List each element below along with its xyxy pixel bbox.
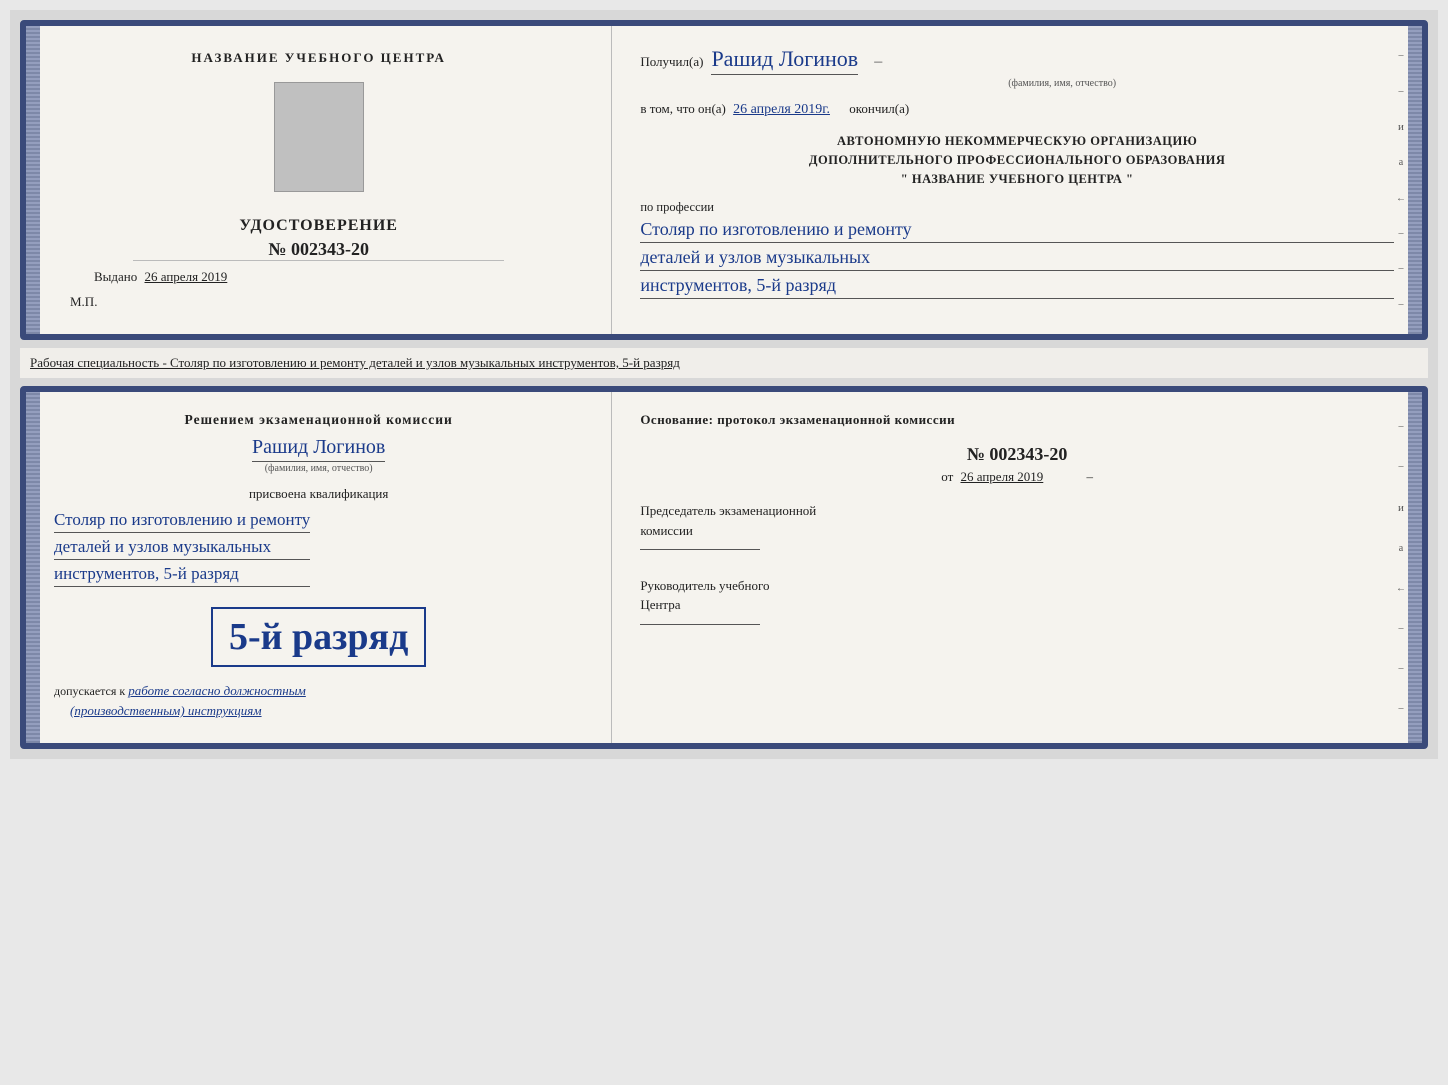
card2-left-panel: Решением экзаменационной комиссии Рашид … xyxy=(26,392,612,743)
profession-line3: инструментов, 5-й разряд xyxy=(640,275,1394,299)
org-block: АВТОНОМНУЮ НЕКОММЕРЧЕСКУЮ ОРГАНИЗАЦИЮ ДО… xyxy=(640,132,1394,188)
org-line1: АВТОНОМНУЮ НЕКОММЕРЧЕСКУЮ ОРГАНИЗАЦИЮ xyxy=(640,132,1394,151)
right-texture-bottom xyxy=(1408,392,1422,743)
separator-text: Рабочая специальность - Столяр по изгото… xyxy=(20,348,1428,378)
edge-mark-6: – xyxy=(1398,228,1403,239)
edge2-mark-8: – xyxy=(1398,703,1403,714)
specialty-text-main: Рабочая специальность - Столяр по изгото… xyxy=(30,355,680,370)
допускается-text2: (производственным) инструкциям xyxy=(70,703,262,719)
issued-line: Выдано 26 апреля 2019 xyxy=(94,269,227,285)
big-rank-box: 5-й разряд xyxy=(211,601,426,673)
org-line3: " НАЗВАНИЕ УЧЕБНОГО ЦЕНТРА " xyxy=(640,170,1394,189)
edge2-mark-7: – xyxy=(1398,663,1403,674)
edge2-mark-4: а xyxy=(1399,543,1403,554)
profession-line2: деталей и узлов музыкальных xyxy=(640,247,1394,271)
edge2-mark-3: и xyxy=(1398,502,1404,514)
card2-prof-line1: Столяр по изготовлению и ремонту xyxy=(54,510,310,533)
edge-mark-4: а xyxy=(1399,157,1403,168)
qualification-label: присвоена квалификация xyxy=(249,486,388,502)
card2-name-block: Рашид Логинов (фамилия, имя, отчество) xyxy=(252,436,385,474)
specialty-text-content: Рабочая специальность - Столяр по изгото… xyxy=(30,355,680,370)
date-value: 26 апреля 2019г. xyxy=(733,102,830,117)
edge2-mark-1: – xyxy=(1398,421,1403,432)
commission-text: Решением экзаменационной комиссии xyxy=(185,412,453,428)
руководитель-block: Руководитель учебного Центра xyxy=(640,576,1394,635)
received-label: Получил(а) xyxy=(640,54,703,70)
chairman-signature-line xyxy=(640,549,760,550)
from-prefix: от xyxy=(941,469,953,484)
edge2-mark-2: – xyxy=(1398,461,1403,472)
допускается-prefix: допускается к xyxy=(54,684,125,698)
chairman-label: Председатель экзаменационной xyxy=(640,501,1394,521)
divider1 xyxy=(133,260,504,261)
completed-label: окончил(а) xyxy=(849,101,909,116)
edge2-mark-5: ← xyxy=(1396,583,1406,594)
name-subtitle: (фамилия, имя, отчество) xyxy=(730,78,1394,89)
recipient-name: Рашид Логинов xyxy=(711,46,858,75)
edge-mark-2: – xyxy=(1398,86,1403,97)
org-line2: ДОПОЛНИТЕЛЬНОГО ПРОФЕССИОНАЛЬНОГО ОБРАЗО… xyxy=(640,151,1394,170)
руководитель-signature-line xyxy=(640,624,760,625)
right-edge-marks: – – и а ← – – – xyxy=(1396,26,1406,334)
date-line: в том, что он(а) 26 апреля 2019г. окончи… xyxy=(640,101,1394,118)
edge-mark-8: – xyxy=(1398,299,1403,310)
profession-line1: Столяр по изготовлению и ремонту xyxy=(640,219,1394,243)
cert-number-label: № 002343-20 xyxy=(239,239,398,260)
osnov-label: Основание: протокол экзаменационной коми… xyxy=(640,412,1394,428)
chairman-block: Председатель экзаменационной комиссии xyxy=(640,501,1394,560)
top-document-card: НАЗВАНИЕ УЧЕБНОГО ЦЕНТРА УДОСТОВЕРЕНИЕ №… xyxy=(20,20,1428,340)
card1-right-panel: Получил(а) Рашид Логинов – (фамилия, имя… xyxy=(612,26,1422,334)
cert-type-block: УДОСТОВЕРЕНИЕ № 002343-20 xyxy=(239,201,398,260)
card2-profession-block: Столяр по изготовлению и ремонту деталей… xyxy=(54,510,310,591)
issued-date: 26 апреля 2019 xyxy=(145,269,228,284)
profession-label: по профессии xyxy=(640,200,1394,215)
protocol-number: № 002343-20 xyxy=(640,444,1394,465)
issued-label: Выдано xyxy=(94,269,137,284)
bottom-document-card: Решением экзаменационной комиссии Рашид … xyxy=(20,386,1428,749)
card2-right-panel: Основание: протокол экзаменационной коми… xyxy=(612,392,1422,743)
cert-type-label: УДОСТОВЕРЕНИЕ xyxy=(239,217,398,235)
руководитель-label2: Центра xyxy=(640,595,1394,615)
from-date-value: 26 апреля 2019 xyxy=(961,469,1044,484)
edge-mark-3: и xyxy=(1398,121,1404,133)
card2-right-edge-marks: – – и а ← – – – xyxy=(1396,392,1406,743)
profession-block: Столяр по изготовлению и ремонту деталей… xyxy=(640,219,1394,303)
допускается-block: допускается к работе согласно должностны… xyxy=(54,683,306,699)
card2-name-subtitle: (фамилия, имя, отчество) xyxy=(252,463,385,474)
card1-center-title: НАЗВАНИЕ УЧЕБНОГО ЦЕНТРА xyxy=(191,50,446,66)
photo-placeholder xyxy=(274,82,364,192)
card2-prof-line2: деталей и узлов музыкальных xyxy=(54,537,310,560)
card2-prof-line3: инструментов, 5-й разряд xyxy=(54,564,310,587)
big-rank-text: 5-й разряд xyxy=(211,607,426,667)
edge2-mark-6: – xyxy=(1398,623,1403,634)
date-prefix: в том, что он(а) xyxy=(640,101,726,116)
from-date-dash: – xyxy=(1087,469,1094,484)
руководитель-label: Руководитель учебного xyxy=(640,576,1394,596)
card2-name: Рашид Логинов xyxy=(252,436,385,462)
card1-left-panel: НАЗВАНИЕ УЧЕБНОГО ЦЕНТРА УДОСТОВЕРЕНИЕ №… xyxy=(26,26,612,334)
mp-line: М.П. xyxy=(70,294,97,310)
from-date-line: от 26 апреля 2019 – xyxy=(640,469,1394,485)
chairman-label2: комиссии xyxy=(640,521,1394,541)
допускается-text: работе согласно должностным xyxy=(128,683,306,698)
right-texture-top xyxy=(1408,26,1422,334)
edge-mark-1: – xyxy=(1398,50,1403,61)
edge-mark-5: ← xyxy=(1396,193,1406,204)
page-wrapper: НАЗВАНИЕ УЧЕБНОГО ЦЕНТРА УДОСТОВЕРЕНИЕ №… xyxy=(10,10,1438,759)
recipient-block: Получил(а) Рашид Логинов – xyxy=(640,46,1394,75)
edge-mark-7: – xyxy=(1398,263,1403,274)
